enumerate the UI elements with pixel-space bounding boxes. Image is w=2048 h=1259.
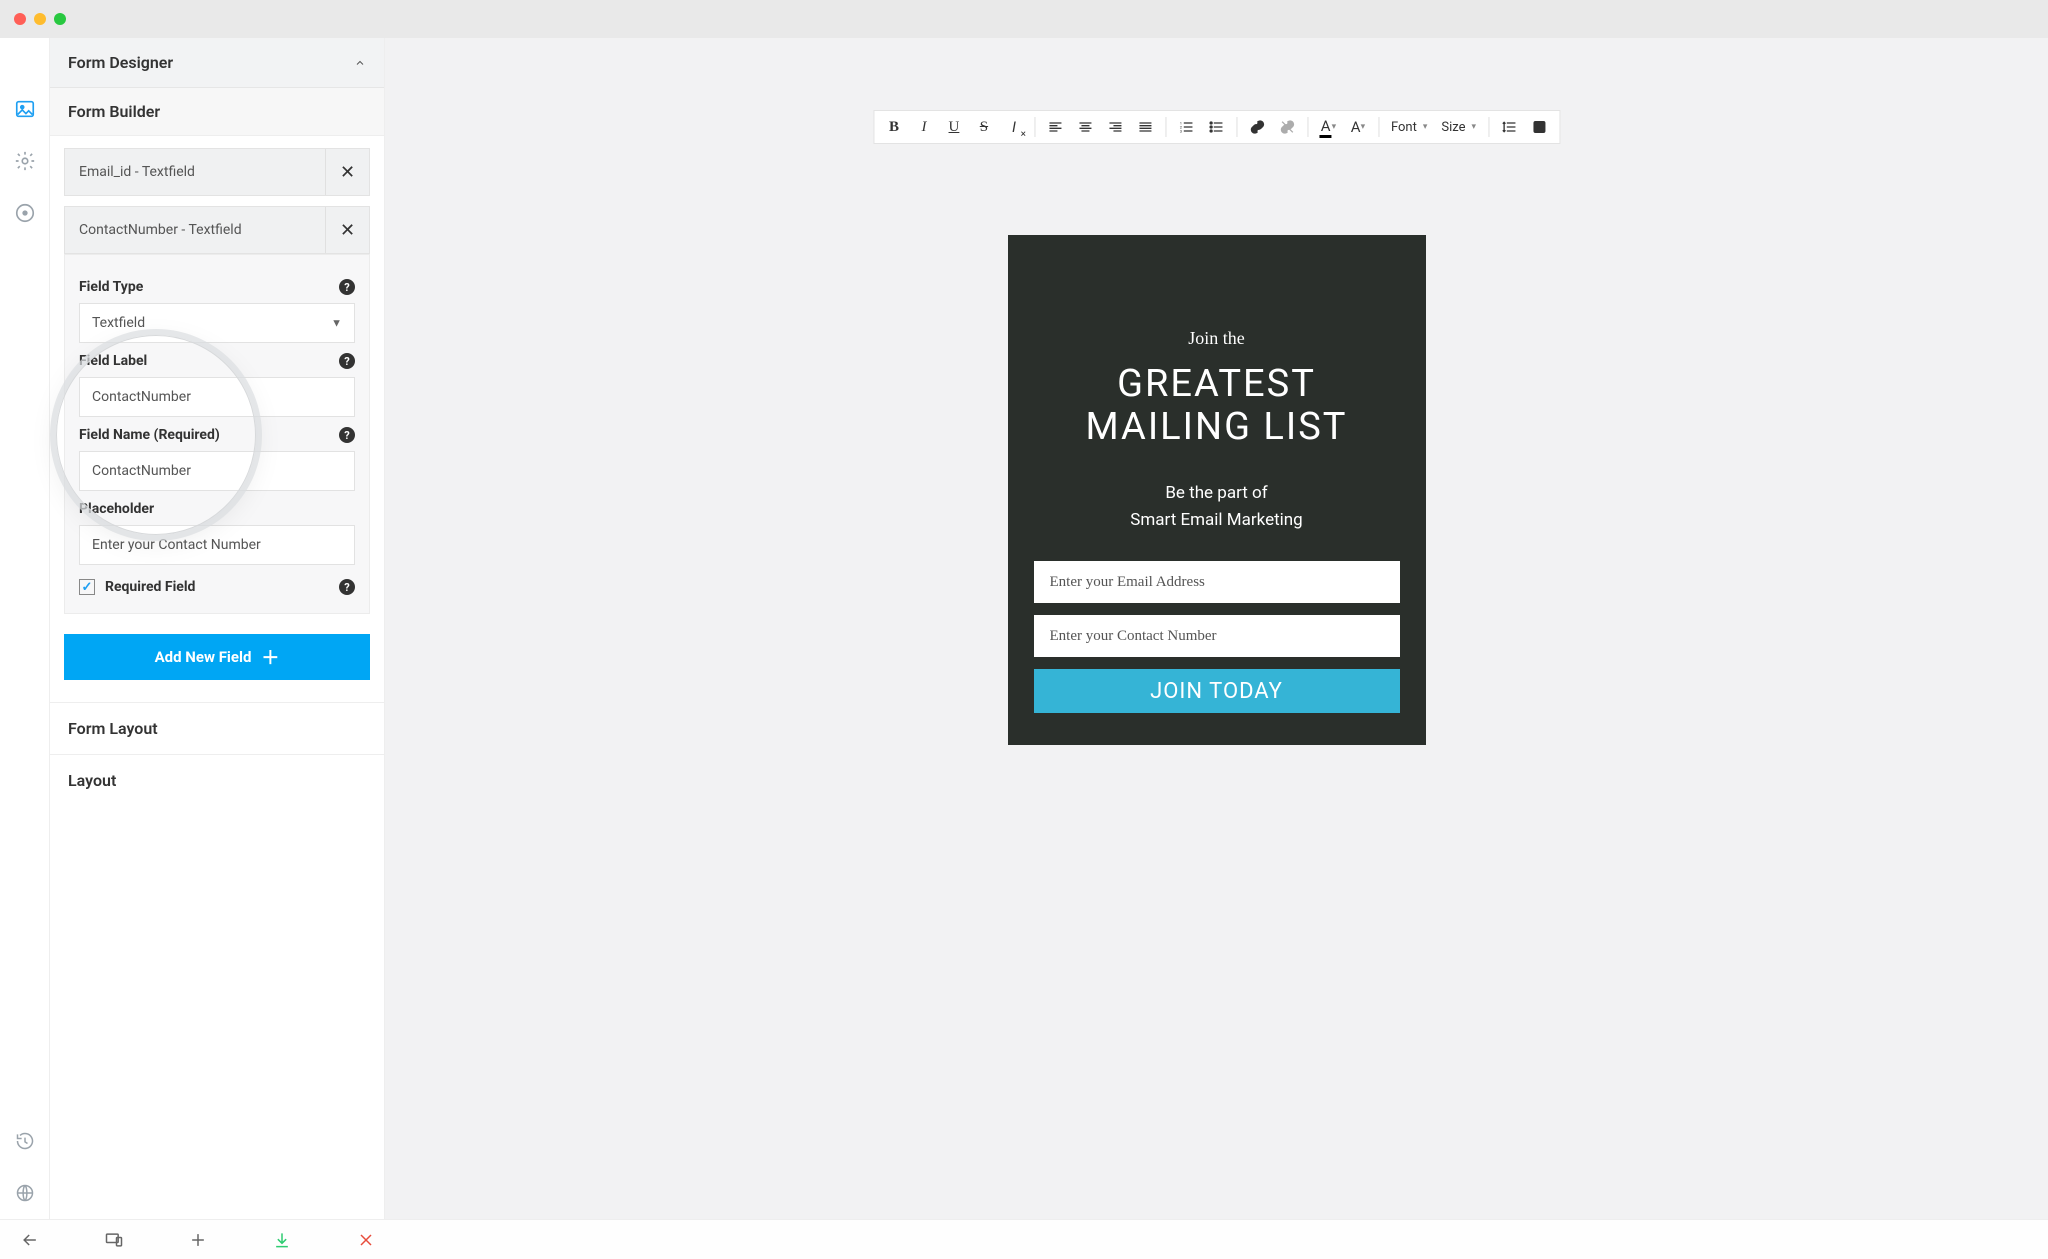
section-form-layout[interactable]: Form Layout [50,702,384,754]
align-center-button[interactable] [1071,114,1099,140]
remove-field-icon[interactable]: ✕ [325,149,369,195]
underline-button[interactable]: U [940,114,968,140]
line-height-button[interactable] [1495,114,1523,140]
size-label: Size [1441,120,1465,135]
field-editor: Field Type ? Textfield ▼ Field Label ? F… [64,254,370,614]
window-chrome [0,0,2048,38]
field-label-input[interactable] [79,377,355,417]
globe-icon[interactable] [15,1183,35,1207]
unlink-button[interactable] [1273,114,1301,140]
insert-tag-button[interactable] [1525,114,1553,140]
strikethrough-button[interactable]: S [970,114,998,140]
bold-button[interactable]: B [880,114,908,140]
help-icon[interactable]: ? [339,427,355,443]
download-icon[interactable] [270,1228,294,1252]
add-icon[interactable] [186,1228,210,1252]
toolbar-separator [1488,117,1489,137]
placeholder-input[interactable] [79,525,355,565]
svg-text:3: 3 [1179,128,1181,133]
editor-toolbar: B I U S I 123 A ▾ A ▾ Font▾ Size▾ [873,110,1560,144]
canvas: B I U S I 123 A ▾ A ▾ Font▾ Size▾ [385,38,2048,1219]
clear-format-button[interactable]: I [1000,114,1028,140]
preview-title: GREATEST MAILING LIST [1086,363,1348,450]
window-minimize-icon[interactable] [34,13,46,25]
field-name-input[interactable] [79,451,355,491]
help-icon[interactable]: ? [339,353,355,369]
font-label: Font [1391,120,1417,135]
required-checkbox[interactable]: ✓ [79,579,95,595]
preview-contact-input[interactable] [1034,615,1400,657]
help-icon[interactable]: ? [339,279,355,295]
history-icon[interactable] [15,1131,35,1155]
left-rail [0,38,50,1219]
section-title: Form Designer [68,53,173,72]
size-dropdown[interactable]: Size▾ [1435,120,1482,135]
chevron-up-icon [354,57,366,69]
target-icon[interactable] [14,202,36,224]
text-color-button[interactable]: A ▾ [1314,114,1342,140]
unordered-list-button[interactable] [1202,114,1230,140]
bg-color-button[interactable]: A ▾ [1344,114,1372,140]
toolbar-separator [1307,117,1308,137]
form-preview: Join the GREATEST MAILING LIST Be the pa… [1008,235,1426,745]
preview-subtitle: Be the part of Smart Email Marketing [1130,480,1302,533]
left-rail-bottom [0,1131,50,1207]
link-button[interactable] [1243,114,1271,140]
preview-join-text: Join the [1188,328,1245,349]
window-close-icon[interactable] [14,13,26,25]
devices-icon[interactable] [102,1228,126,1252]
preview-join-button[interactable]: JOIN TODAY [1034,669,1400,713]
field-type-value: Textfield [92,315,145,331]
add-new-field-label: Add New Field [155,648,252,666]
toolbar-separator [1378,117,1379,137]
remove-field-icon[interactable]: ✕ [325,207,369,253]
toolbar-separator [1165,117,1166,137]
sidebar-panel: Form Designer Form Builder Email_id - Te… [50,38,385,1219]
gear-icon[interactable] [14,150,36,172]
chevron-down-icon: ▼ [331,317,342,330]
field-item-email[interactable]: Email_id - Textfield ✕ [64,148,370,196]
field-label-label: Field Label [79,353,147,369]
align-left-button[interactable] [1041,114,1069,140]
section-form-designer[interactable]: Form Designer [50,38,384,88]
plus-icon: ＋ [261,644,279,670]
font-dropdown[interactable]: Font▾ [1385,120,1433,135]
preview-email-input[interactable] [1034,561,1400,603]
align-right-button[interactable] [1101,114,1129,140]
window-maximize-icon[interactable] [54,13,66,25]
section-layout[interactable]: Layout [50,754,384,806]
align-justify-button[interactable] [1131,114,1159,140]
help-icon[interactable]: ? [339,579,355,595]
toolbar-separator [1034,117,1035,137]
add-new-field-button[interactable]: Add New Field ＋ [64,634,370,680]
preview-form: JOIN TODAY [1034,561,1400,713]
section-form-builder[interactable]: Form Builder [50,88,384,136]
field-type-select[interactable]: Textfield ▼ [79,303,355,343]
close-icon[interactable] [354,1228,378,1252]
field-item-contact[interactable]: ContactNumber - Textfield ✕ [64,206,370,254]
field-name-label: Field Name (Required) [79,427,220,443]
back-icon[interactable] [18,1228,42,1252]
placeholder-label: Placeholder [79,501,154,517]
bottom-toolbar [0,1219,2048,1259]
field-type-label: Field Type [79,279,143,295]
required-label: Required Field [105,579,195,595]
toolbar-separator [1236,117,1237,137]
field-item-label: ContactNumber - Textfield [65,208,325,252]
italic-button[interactable]: I [910,114,938,140]
image-icon[interactable] [14,98,36,120]
ordered-list-button[interactable]: 123 [1172,114,1200,140]
field-item-label: Email_id - Textfield [65,150,325,194]
